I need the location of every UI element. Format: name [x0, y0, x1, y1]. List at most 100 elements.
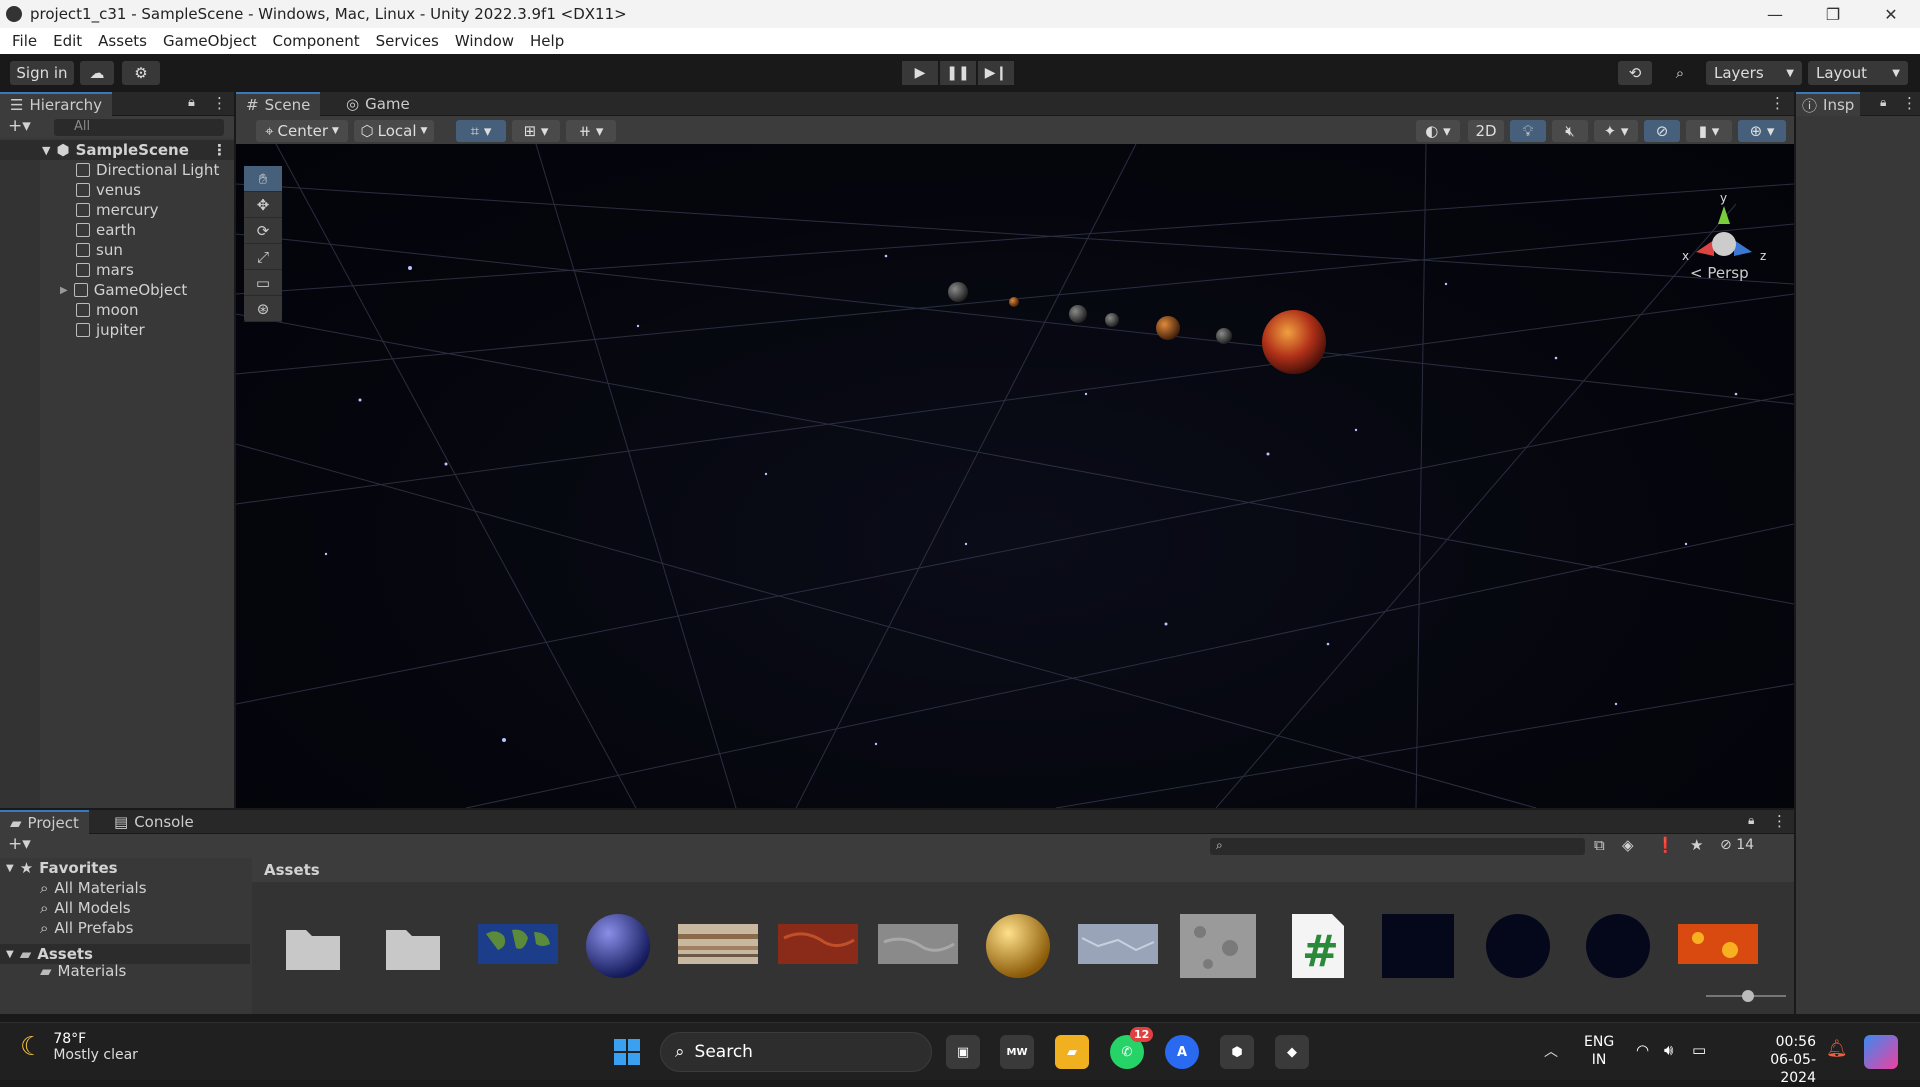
move-tool-icon[interactable]: ✥ [244, 192, 282, 218]
lock-icon[interactable]: 🔒︎ [1748, 813, 1754, 828]
clock[interactable]: 00:56 06-05-2024 [1736, 1033, 1816, 1087]
hierarchy-item[interactable]: mars [0, 260, 234, 280]
chevron-up-icon[interactable]: ︿ [1544, 1041, 1558, 1061]
asset-jupiter-texture[interactable] [678, 908, 758, 978]
slider-handle[interactable] [1742, 990, 1754, 1002]
play-icon[interactable]: ▶ [902, 61, 938, 85]
mw-app-icon[interactable]: MW [1000, 1035, 1034, 1069]
battery-icon[interactable]: ▭ [1692, 1041, 1706, 1059]
unity-hub-icon[interactable]: ⬢ [1220, 1035, 1254, 1069]
hierarchy-item[interactable]: sun [0, 240, 234, 260]
more-icon[interactable]: ⋮ [1902, 94, 1917, 112]
rect-tool-icon[interactable]: ▭ [244, 270, 282, 296]
cloud-icon[interactable]: ☁ [80, 61, 114, 85]
hand-tool-icon[interactable]: ✋︎ [244, 166, 282, 192]
collab-icon[interactable]: ⚙ [122, 61, 160, 85]
menu-edit[interactable]: Edit [45, 32, 90, 50]
rotate-tool-icon[interactable]: ⟳ [244, 218, 282, 244]
notification-bell-icon[interactable]: 🔔︎ [1826, 1039, 1848, 1059]
scene-more-icon[interactable]: ⋮ [212, 141, 227, 159]
expand-arrow-icon[interactable]: ▼ [42, 144, 50, 157]
pause-icon[interactable]: ❚❚ [940, 61, 976, 85]
asset-dark-sphere[interactable] [1578, 908, 1658, 978]
layers-dropdown[interactable]: Layers ▼ [1706, 61, 1802, 85]
history-icon[interactable]: ⟲ [1618, 61, 1652, 85]
asset-folder[interactable] [278, 908, 358, 978]
whatsapp-icon[interactable]: ✆ 12 [1110, 1027, 1154, 1069]
step-icon[interactable]: ▶❙ [978, 61, 1014, 85]
favorites-row[interactable]: ▼ ★ Favorites [0, 858, 250, 878]
filter-warning-icon[interactable]: ❗ [1656, 836, 1675, 854]
scene-root-row[interactable]: ▼ ⬢ SampleScene ⋮ [0, 140, 234, 160]
expand-arrow-icon[interactable]: ▼ [6, 949, 14, 960]
language-indicator[interactable]: ENG IN [1584, 1033, 1614, 1069]
project-search-input[interactable]: ⌕ [1210, 838, 1585, 855]
thumbnail-size-slider[interactable] [1706, 990, 1786, 1002]
menu-assets[interactable]: Assets [90, 32, 155, 50]
restore-button[interactable]: ❐ [1804, 0, 1862, 28]
file-explorer-icon[interactable]: ▰ [1055, 1035, 1089, 1069]
tab-scene[interactable]: # Scene [236, 92, 321, 116]
menu-gameobject[interactable]: GameObject [155, 32, 265, 50]
asset-gold-sphere[interactable] [978, 908, 1058, 978]
asset-folder[interactable] [378, 908, 458, 978]
more-icon[interactable]: ⋮ [212, 94, 227, 112]
asset-dark-sphere[interactable] [1478, 908, 1558, 978]
pivot-rotation-dropdown[interactable]: ⬡ Local ▼ [354, 120, 434, 142]
hierarchy-item[interactable]: ▶ GameObject [0, 280, 234, 300]
hierarchy-item[interactable]: Directional Light [0, 160, 234, 180]
lighting-icon[interactable]: 💡︎ [1510, 120, 1546, 142]
tab-game[interactable]: ◎ Game [336, 92, 420, 116]
camera-icon[interactable]: ▮ ▾ [1686, 120, 1732, 142]
shading-mode-icon[interactable]: ◐ ▾ [1416, 120, 1460, 142]
projection-toggle[interactable]: < Persp [1690, 264, 1749, 282]
app-store-icon[interactable]: A [1165, 1035, 1199, 1069]
taskbar-search[interactable]: ⌕ Search [660, 1032, 932, 1072]
asset-grey-texture[interactable] [878, 908, 958, 978]
minimize-button[interactable]: — [1746, 0, 1804, 28]
menu-component[interactable]: Component [265, 32, 368, 50]
add-icon[interactable]: +▾ [8, 834, 31, 854]
filter-type-icon[interactable]: ⧉ [1594, 836, 1605, 854]
asset-blue-sphere[interactable] [578, 908, 658, 978]
layout-dropdown[interactable]: Layout ▼ [1808, 61, 1908, 85]
grid-toggle-icon[interactable]: ⌗ ▾ [456, 120, 506, 142]
toggle-2d-button[interactable]: 2D [1468, 120, 1504, 142]
favorite-item[interactable]: ⌕ All Materials [0, 878, 250, 898]
assets-child-row[interactable]: ▰ Materials [0, 964, 250, 978]
lock-icon[interactable]: 🔒︎ [188, 95, 195, 110]
tab-console[interactable]: ▤ Console [104, 810, 204, 834]
favorite-item[interactable]: ⌕ All Prefabs [0, 918, 250, 938]
lock-icon[interactable]: 🔒︎ [1880, 95, 1886, 110]
volume-icon[interactable]: 🔊︎ [1664, 1041, 1673, 1059]
scene-viewport[interactable]: y x z ✋︎ ✥ ⟳ ⤢ ▭ ⊛ < Persp [236, 144, 1794, 808]
scale-tool-icon[interactable]: ⤢ [244, 244, 282, 270]
add-icon[interactable]: +▾ [8, 116, 31, 136]
start-icon[interactable] [610, 1035, 644, 1069]
unity-editor-icon[interactable]: ◆ [1275, 1035, 1309, 1069]
copilot-icon[interactable] [1864, 1035, 1898, 1069]
asset-ice-texture[interactable] [1078, 908, 1158, 978]
gizmos-icon[interactable]: ⊕ ▾ [1738, 120, 1786, 142]
hidden-count-badge[interactable]: ⊘ 14 [1720, 837, 1754, 853]
tab-inspector[interactable]: ⓘ Insp [1796, 92, 1861, 116]
transform-tool-icon[interactable]: ⊛ [244, 296, 282, 322]
favorite-star-icon[interactable]: ★ [1690, 836, 1703, 854]
wifi-icon[interactable]: ◠ [1636, 1041, 1649, 1059]
task-view-icon[interactable]: ▣ [946, 1035, 980, 1069]
hierarchy-item[interactable]: earth [0, 220, 234, 240]
asset-lava-texture[interactable] [1678, 908, 1758, 978]
menu-help[interactable]: Help [522, 32, 572, 50]
menu-file[interactable]: File [4, 32, 45, 50]
tab-project[interactable]: ▰ Project [0, 810, 89, 834]
hidden-objects-icon[interactable]: ⊘ [1644, 120, 1680, 142]
hierarchy-search-input[interactable]: All [54, 119, 224, 136]
audio-icon[interactable]: 🔇︎ [1552, 120, 1588, 142]
effects-icon[interactable]: ✦ ▾ [1594, 120, 1638, 142]
hierarchy-item[interactable]: moon [0, 300, 234, 320]
filter-label-icon[interactable]: ◈ [1622, 836, 1634, 854]
menu-services[interactable]: Services [368, 32, 447, 50]
search-icon[interactable]: ⌕ [1662, 61, 1698, 85]
snap-icon[interactable]: ⊞ ▾ [512, 120, 560, 142]
asset-dark-texture[interactable] [1378, 908, 1458, 978]
